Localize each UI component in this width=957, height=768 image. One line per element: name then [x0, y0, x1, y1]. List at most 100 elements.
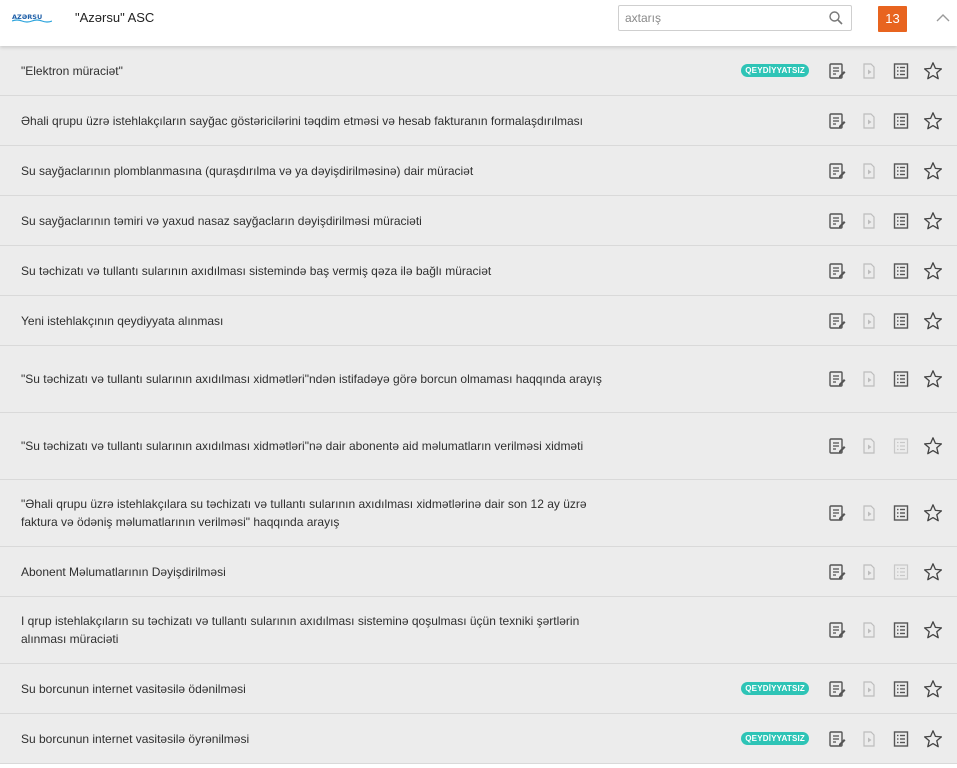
requirements-list-icon[interactable]	[891, 729, 911, 749]
search-input[interactable]	[619, 6, 820, 30]
apply-form-icon[interactable]	[827, 111, 847, 131]
header: AZƏRSU "Azərsu" ASC 13	[0, 0, 957, 46]
requirements-list-icon[interactable]	[891, 61, 911, 81]
service-row[interactable]: Su təchizatı və tullantı sularının axıdı…	[0, 246, 957, 296]
service-row[interactable]: "Su təchizatı və tullantı sularının axıd…	[0, 413, 957, 480]
video-guide-icon	[859, 211, 879, 231]
search-icon[interactable]	[829, 11, 843, 25]
unregistered-badge: QEYDİYYATSIZ	[741, 64, 809, 77]
row-actions	[827, 503, 943, 523]
favorite-star-icon[interactable]	[923, 729, 943, 749]
row-actions	[827, 211, 943, 231]
requirements-list-icon	[891, 562, 911, 582]
video-guide-icon	[859, 111, 879, 131]
service-row[interactable]: Yeni istehlakçının qeydiyyata alınması	[0, 296, 957, 346]
service-title[interactable]: "Su təchizatı və tullantı sularının axıd…	[21, 437, 611, 455]
favorite-star-icon[interactable]	[923, 369, 943, 389]
service-title[interactable]: Yeni istehlakçının qeydiyyata alınması	[21, 312, 611, 330]
video-guide-icon	[859, 61, 879, 81]
video-guide-icon	[859, 436, 879, 456]
video-guide-icon	[859, 161, 879, 181]
favorite-star-icon[interactable]	[923, 261, 943, 281]
requirements-list-icon[interactable]	[891, 161, 911, 181]
row-actions	[827, 161, 943, 181]
row-actions	[827, 311, 943, 331]
apply-form-icon[interactable]	[827, 679, 847, 699]
service-row[interactable]: Su sayğaclarının təmiri və yaxud nasaz s…	[0, 196, 957, 246]
service-row[interactable]: "Elektron müraciət" QEYDİYYATSIZ	[0, 46, 957, 96]
requirements-list-icon[interactable]	[891, 503, 911, 523]
service-row[interactable]: Su borcunun internet vasitəsilə öyrənilm…	[0, 714, 957, 764]
video-guide-icon	[859, 311, 879, 331]
requirements-list-icon[interactable]	[891, 111, 911, 131]
row-actions	[827, 369, 943, 389]
apply-form-icon[interactable]	[827, 261, 847, 281]
requirements-list-icon[interactable]	[891, 620, 911, 640]
row-actions	[827, 261, 943, 281]
org-title: "Azərsu" ASC	[75, 10, 155, 25]
service-title[interactable]: I qrup istehlakçıların su təchizatı və t…	[21, 612, 611, 648]
requirements-list-icon[interactable]	[891, 679, 911, 699]
row-actions: QEYDİYYATSIZ	[741, 61, 943, 81]
service-title[interactable]: "Əhali qrupu üzrə istehlakçılara su təch…	[21, 495, 611, 531]
favorite-star-icon[interactable]	[923, 562, 943, 582]
video-guide-icon	[859, 679, 879, 699]
favorite-star-icon[interactable]	[923, 436, 943, 456]
service-title[interactable]: "Elektron müraciət"	[21, 62, 611, 80]
favorite-star-icon[interactable]	[923, 211, 943, 231]
requirements-list-icon[interactable]	[891, 261, 911, 281]
search-box	[618, 5, 852, 31]
service-row[interactable]: Abonent Məlumatlarının Dəyişdirilməsi	[0, 547, 957, 597]
service-title[interactable]: "Su təchizatı və tullantı sularının axıd…	[21, 370, 611, 388]
service-title[interactable]: Əhali qrupu üzrə istehlakçıların sayğac …	[21, 112, 611, 130]
unregistered-badge: QEYDİYYATSIZ	[741, 732, 809, 745]
service-row[interactable]: "Əhali qrupu üzrə istehlakçılara su təch…	[0, 480, 957, 547]
apply-form-icon[interactable]	[827, 311, 847, 331]
requirements-list-icon	[891, 436, 911, 456]
row-actions: QEYDİYYATSIZ	[741, 679, 943, 699]
chevron-up-icon[interactable]	[935, 10, 951, 26]
favorite-star-icon[interactable]	[923, 503, 943, 523]
service-title[interactable]: Su təchizatı və tullantı sularının axıdı…	[21, 262, 611, 280]
video-guide-icon	[859, 729, 879, 749]
row-actions: QEYDİYYATSIZ	[741, 729, 943, 749]
favorite-star-icon[interactable]	[923, 620, 943, 640]
favorite-star-icon[interactable]	[923, 679, 943, 699]
azersu-logo[interactable]: AZƏRSU	[12, 11, 52, 23]
favorite-star-icon[interactable]	[923, 111, 943, 131]
row-actions	[827, 111, 943, 131]
apply-form-icon[interactable]	[827, 61, 847, 81]
favorite-star-icon[interactable]	[923, 61, 943, 81]
video-guide-icon	[859, 369, 879, 389]
apply-form-icon[interactable]	[827, 503, 847, 523]
favorite-star-icon[interactable]	[923, 311, 943, 331]
service-title[interactable]: Su sayğaclarının təmiri və yaxud nasaz s…	[21, 212, 611, 230]
apply-form-icon[interactable]	[827, 369, 847, 389]
apply-form-icon[interactable]	[827, 211, 847, 231]
service-title[interactable]: Abonent Məlumatlarının Dəyişdirilməsi	[21, 563, 611, 581]
apply-form-icon[interactable]	[827, 436, 847, 456]
requirements-list-icon[interactable]	[891, 211, 911, 231]
apply-form-icon[interactable]	[827, 729, 847, 749]
service-row[interactable]: Su borcunun internet vasitəsilə ödənilmə…	[0, 664, 957, 714]
unregistered-badge: QEYDİYYATSIZ	[741, 682, 809, 695]
service-row[interactable]: "Su təchizatı və tullantı sularının axıd…	[0, 346, 957, 413]
service-title[interactable]: Su borcunun internet vasitəsilə öyrənilm…	[21, 730, 611, 748]
video-guide-icon	[859, 562, 879, 582]
requirements-list-icon[interactable]	[891, 369, 911, 389]
service-title[interactable]: Su borcunun internet vasitəsilə ödənilmə…	[21, 680, 611, 698]
apply-form-icon[interactable]	[827, 620, 847, 640]
row-actions	[827, 562, 943, 582]
favorite-star-icon[interactable]	[923, 161, 943, 181]
service-title[interactable]: Su sayğaclarının plomblanmasına (quraşdı…	[21, 162, 611, 180]
video-guide-icon	[859, 503, 879, 523]
row-actions	[827, 436, 943, 456]
apply-form-icon[interactable]	[827, 562, 847, 582]
service-list: "Elektron müraciət" QEYDİYYATSIZ Əhali qru…	[0, 46, 957, 764]
service-row[interactable]: I qrup istehlakçıların su təchizatı və t…	[0, 597, 957, 664]
requirements-list-icon[interactable]	[891, 311, 911, 331]
service-row[interactable]: Əhali qrupu üzrə istehlakçıların sayğac …	[0, 96, 957, 146]
video-guide-icon	[859, 620, 879, 640]
service-row[interactable]: Su sayğaclarının plomblanmasına (quraşdı…	[0, 146, 957, 196]
apply-form-icon[interactable]	[827, 161, 847, 181]
